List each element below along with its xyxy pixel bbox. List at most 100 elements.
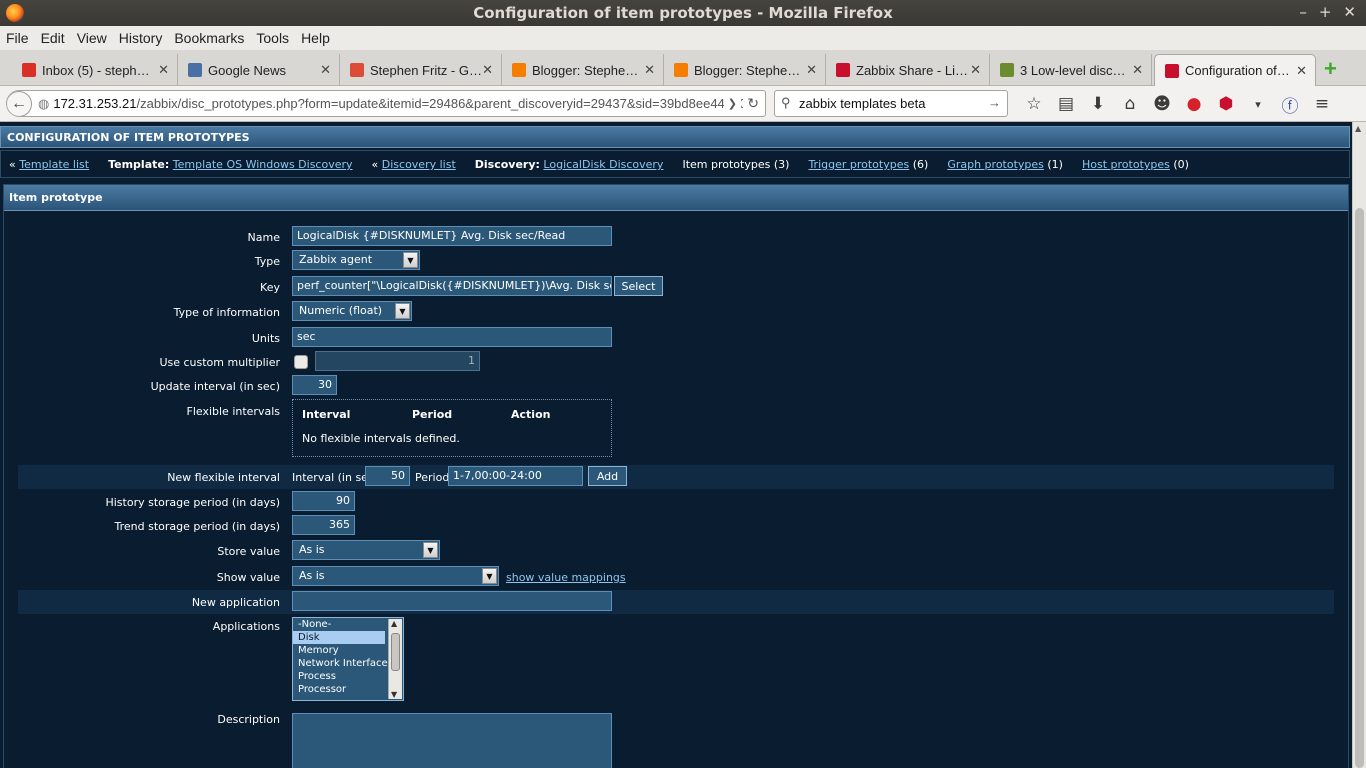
new-application-label: New application (191, 596, 280, 609)
tab-blogger-1[interactable]: Blogger: Stephe… ✕ (502, 54, 664, 86)
minimize-button[interactable]: – (1299, 3, 1307, 21)
search-go-arrow-icon[interactable]: → (988, 95, 1001, 110)
application-option[interactable]: Processor (293, 683, 385, 696)
history-input[interactable]: 90 (292, 491, 355, 511)
search-input[interactable]: zabbix templates beta (799, 96, 925, 111)
pocket-icon[interactable]: ● (1178, 92, 1210, 116)
new-period-input[interactable]: 1-7,00:00-24:00 (448, 466, 583, 486)
key-label: Key (260, 281, 280, 294)
update-interval-input[interactable]: 30 (292, 375, 337, 395)
downloads-icon[interactable]: ⬇ (1082, 92, 1114, 116)
key-input[interactable]: perf_counter["\LogicalDisk({#DISKNUMLET}… (292, 276, 612, 296)
description-textarea[interactable] (292, 713, 612, 768)
show-value-select[interactable]: As is ▼ (292, 566, 499, 586)
toolbar-icons: ☆ ▤ ⬇ ⌂ ☻ ● ⬢ ▾ ⓕ ≡ (1018, 92, 1338, 117)
application-option[interactable]: Process (293, 670, 385, 683)
back-arrow-icon[interactable]: ← (7, 91, 32, 116)
key-select-button[interactable]: Select (614, 276, 663, 296)
menu-help[interactable]: Help (295, 30, 336, 46)
multiplier-input[interactable]: 1 (315, 351, 480, 371)
tab-label: 3 Low-level disc… (1020, 62, 1126, 78)
menu-tools[interactable]: Tools (250, 30, 295, 46)
scroll-up-icon[interactable]: ▲ (1355, 124, 1361, 133)
page-scrollbar[interactable]: ▲ (1352, 122, 1366, 768)
store-value-label: Store value (217, 545, 280, 558)
menu-edit[interactable]: Edit (35, 30, 71, 46)
reload-icon[interactable]: ↻ (743, 95, 759, 112)
menu-file[interactable]: File (0, 30, 35, 46)
tab-close-icon[interactable]: ✕ (644, 62, 655, 78)
window-titlebar: Configuration of item prototypes - Mozil… (0, 0, 1366, 26)
scrollbar-thumb[interactable] (1355, 208, 1364, 768)
url-history-dropdown-icon[interactable]: ❯ (723, 97, 741, 110)
type-of-information-select[interactable]: Numeric (float) ▼ (292, 301, 412, 321)
graph-prototypes-link[interactable]: Graph prototypes (947, 158, 1044, 171)
adblock-dropdown-icon[interactable]: ▾ (1242, 92, 1274, 116)
new-interval-input[interactable]: 50 (365, 466, 410, 486)
menu-bar: File Edit View History Bookmarks Tools H… (0, 26, 1366, 50)
name-input[interactable]: LogicalDisk {#DISKNUMLET} Avg. Disk sec/… (292, 226, 612, 246)
open-menu-icon[interactable]: ≡ (1306, 92, 1338, 116)
discovery-list-link[interactable]: Discovery list (382, 158, 456, 171)
custom-multiplier-checkbox[interactable] (294, 355, 308, 369)
application-option[interactable]: Network Interface (293, 657, 388, 670)
google-plus-favicon-icon (350, 63, 364, 77)
store-value-select[interactable]: As is ▼ (292, 540, 440, 560)
tab-configuration-active[interactable]: Configuration of… ✕ (1154, 54, 1316, 86)
units-input[interactable]: sec (292, 327, 612, 347)
home-icon[interactable]: ⌂ (1114, 92, 1146, 116)
item-prototypes-current: Item prototypes (682, 158, 771, 171)
bookmark-star-icon[interactable]: ☆ (1018, 92, 1050, 116)
menu-view[interactable]: View (71, 30, 113, 46)
update-interval-label: Update interval (in sec) (150, 380, 280, 393)
tab-close-icon[interactable]: ✕ (970, 62, 981, 78)
search-bar[interactable]: ⚲ zabbix templates beta → (774, 90, 1008, 117)
tab-close-icon[interactable]: ✕ (806, 62, 817, 78)
tab-close-icon[interactable]: ✕ (482, 62, 493, 78)
facebook-icon[interactable]: ⓕ (1274, 92, 1306, 117)
show-value-mappings-link[interactable]: show value mappings (506, 571, 626, 584)
template-list-link[interactable]: Template list (19, 158, 89, 171)
application-option-selected[interactable]: Disk (293, 631, 385, 644)
tab-close-icon[interactable]: ✕ (1132, 62, 1143, 78)
applications-scrollbar[interactable]: ▲ ▼ (388, 619, 402, 699)
maximize-button[interactable]: + (1319, 3, 1332, 21)
scroll-down-icon[interactable]: ▼ (391, 690, 397, 699)
tab-low-level-discovery[interactable]: 3 Low-level disc… ✕ (990, 54, 1152, 86)
applications-listbox[interactable]: -None- Disk Memory Network Interface Pro… (292, 617, 404, 701)
menu-bookmarks[interactable]: Bookmarks (168, 30, 250, 46)
discovery-name-link[interactable]: LogicalDisk Discovery (543, 158, 663, 171)
tab-google-plus[interactable]: Stephen Fritz - G… ✕ (340, 54, 502, 86)
url-bar[interactable]: ← ◍ 172.31.253.21 /zabbix/disc_prototype… (6, 90, 766, 117)
trigger-prototypes-link[interactable]: Trigger prototypes (808, 158, 909, 171)
template-label: Template: (108, 158, 170, 171)
scrollbar-thumb[interactable] (391, 633, 400, 671)
new-application-input[interactable] (292, 591, 612, 611)
trends-input[interactable]: 365 (292, 515, 355, 535)
host-prototypes-link[interactable]: Host prototypes (1082, 158, 1170, 171)
type-of-information-label: Type of information (173, 306, 280, 319)
new-flexible-interval-label: New flexible interval (167, 471, 280, 484)
tab-close-icon[interactable]: ✕ (320, 62, 331, 78)
application-option[interactable]: -None- (293, 618, 385, 631)
discovery-label: Discovery: (474, 158, 540, 171)
type-select[interactable]: Zabbix agent ▼ (292, 250, 420, 270)
add-flexible-interval-button[interactable]: Add (588, 466, 627, 486)
tab-close-icon[interactable]: ✕ (1296, 63, 1307, 79)
adblock-plus-icon[interactable]: ⬢ (1210, 92, 1242, 116)
tab-google-news[interactable]: Google News ✕ (178, 54, 340, 86)
template-name-link[interactable]: Template OS Windows Discovery (173, 158, 353, 171)
application-option[interactable]: Memory (293, 644, 385, 657)
tab-label: Stephen Fritz - G… (370, 62, 482, 78)
chat-icon[interactable]: ☻ (1146, 92, 1178, 116)
description-label: Description (217, 713, 280, 726)
close-window-button[interactable]: ✕ (1343, 3, 1356, 21)
menu-history[interactable]: History (113, 30, 169, 46)
scroll-up-icon[interactable]: ▲ (391, 619, 397, 628)
tab-inbox[interactable]: Inbox (5) - steph… ✕ (12, 54, 178, 86)
tab-close-icon[interactable]: ✕ (158, 62, 169, 78)
tab-zabbix-share[interactable]: Zabbix Share - Li… ✕ (826, 54, 990, 86)
tab-blogger-2[interactable]: Blogger: Stephe… ✕ (664, 54, 826, 86)
bookmarks-list-icon[interactable]: ▤ (1050, 92, 1082, 116)
new-tab-plus-icon[interactable]: + (1324, 56, 1337, 82)
